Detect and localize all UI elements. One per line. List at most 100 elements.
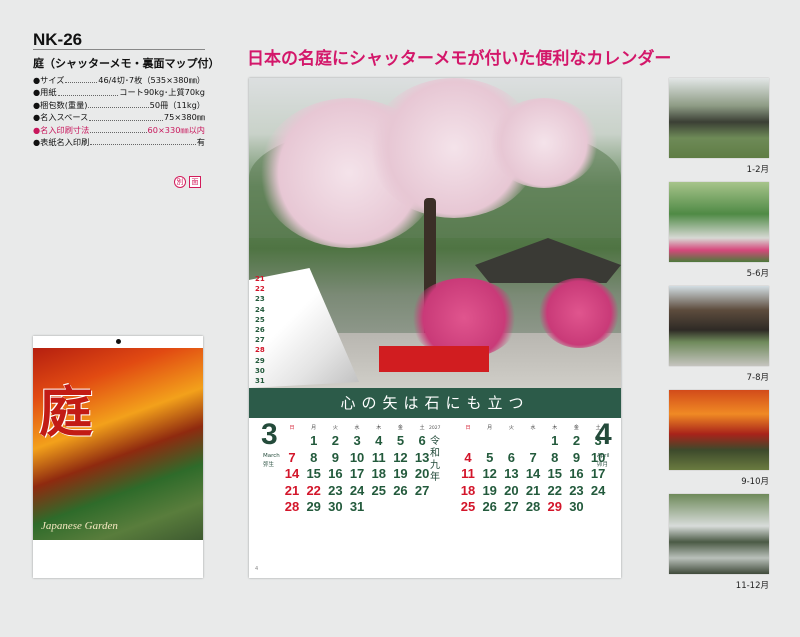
spec-value: 50冊（11kg）: [149, 99, 205, 110]
headline: 日本の名庭にシャッターメモが付いた便利なカレンダー: [247, 49, 672, 69]
memo-date: 27: [255, 336, 265, 345]
month-thumbnail[interactable]: [669, 390, 769, 470]
day-cell: [283, 433, 301, 450]
cherry-blossom: [489, 98, 599, 188]
day-cell: 24: [590, 482, 606, 498]
memo-date: 23: [255, 295, 265, 304]
weekday-header: 水: [530, 425, 536, 431]
weekday-header: 月: [487, 425, 493, 431]
spec-key: ●名入印刷寸法: [33, 124, 90, 135]
spec-row: ●名入スペース 75×380㎜: [33, 111, 205, 123]
day-cell: 28: [525, 499, 541, 514]
day-cell: 20: [504, 482, 519, 498]
day-cell: 29: [306, 499, 321, 514]
cover-thumbnail[interactable]: 庭 Japanese Garden: [33, 336, 203, 578]
day-cell: 4: [464, 449, 472, 465]
tea-house-roof: [475, 238, 621, 283]
weekday-header: 火: [508, 425, 514, 431]
month-thumbnail[interactable]: [669, 182, 769, 262]
day-cell: 14: [525, 466, 541, 481]
weekday-header: 火: [332, 425, 338, 431]
day-cell: 29: [547, 499, 562, 514]
calendar-grid-march: 日月火水木金土 1 2 3 4 5 6 7 8 9 10 11 12 13 14 15 16 17 18 19 20 21…: [283, 424, 431, 516]
spec-row: ●梱包数(重量) 50冊（11kg）: [33, 99, 205, 111]
option-marks: 別面: [174, 176, 201, 188]
memo-date: 24: [255, 305, 265, 314]
year-label: 2027: [429, 426, 441, 431]
memo-date: 28: [255, 346, 265, 355]
day-cell: 10: [349, 449, 365, 465]
day-cell: 3: [353, 433, 361, 448]
day-cell: 1: [310, 433, 318, 448]
spec-value: 46/4切･7枚（535×380㎜）: [98, 75, 205, 85]
day-cell: 12: [393, 449, 408, 465]
day-cell: 11: [461, 466, 475, 481]
day-cell: 7: [288, 449, 296, 465]
day-cell: 30: [569, 499, 584, 514]
day-cell: 22: [306, 482, 321, 498]
day-cell: [589, 499, 607, 516]
cover-photo: 庭 Japanese Garden: [33, 348, 203, 540]
era-label: 令和九年: [430, 436, 440, 483]
day-cell: 7: [529, 449, 537, 465]
day-cell: 21: [525, 482, 541, 498]
weekday-header: 日: [289, 425, 295, 431]
month-thumbnail[interactable]: [669, 494, 769, 574]
day-cell: 19: [393, 466, 408, 481]
spec-key: ●名入スペース: [33, 112, 89, 123]
month-thumbnail-label: 11-12月: [735, 581, 769, 591]
spec-leader: [90, 136, 196, 146]
garden-photo: 21 22 23 24 25 26 27 28 29 30 31: [249, 78, 621, 388]
weekday-header: 水: [354, 425, 360, 431]
month-thumbnail[interactable]: [669, 78, 769, 158]
day-cell: 19: [482, 482, 497, 498]
day-cell: [391, 499, 409, 516]
spec-key: ●梱包数(重量): [33, 99, 88, 110]
day-cell: 5: [396, 433, 405, 448]
day-cell: 9: [572, 449, 581, 465]
memo-date: 31: [255, 377, 265, 386]
day-cell: 18: [371, 466, 386, 481]
day-cell: [459, 433, 477, 450]
day-cell: 27: [504, 499, 519, 514]
product-subtitle: 庭（シャッターメモ・裏面マップ付）: [33, 57, 220, 70]
day-cell: 30: [328, 499, 343, 514]
spec-leader: [57, 86, 119, 96]
spec-leader: [89, 111, 163, 121]
weekday-header: 日: [465, 425, 471, 431]
model-number: NK-26: [33, 30, 83, 49]
day-cell: 27: [414, 482, 430, 498]
day-cell: 16: [328, 466, 343, 481]
month-jp-march: 弥生: [263, 462, 275, 468]
cover-kanji: 庭: [39, 380, 93, 444]
day-cell: 26: [393, 482, 408, 498]
day-cell: 22: [547, 482, 562, 498]
spec-value: 60×330㎜以内: [147, 124, 205, 135]
spec-value: コート90kg･上質70kg: [119, 87, 205, 98]
day-cell: 2: [331, 433, 339, 448]
month-thumbnail[interactable]: [669, 286, 769, 366]
day-cell: 21: [284, 482, 300, 498]
month-thumbnail-label: 9-10月: [741, 477, 769, 487]
day-cell: [370, 499, 388, 516]
day-cell: 23: [328, 482, 343, 498]
day-cell: 25: [460, 499, 476, 514]
spec-row: ●用紙 コート90kg･上質70kg: [33, 86, 205, 98]
spec-leader: [90, 124, 147, 134]
day-cell: 31: [349, 499, 365, 514]
month-en-april: April: [597, 453, 610, 459]
day-cell: 15: [306, 466, 321, 481]
day-cell: 11: [371, 449, 386, 465]
day-cell: 5: [486, 449, 494, 465]
month-thumbnail-label: 1-2月: [746, 165, 769, 175]
memo-date: 25: [255, 315, 265, 324]
day-cell: 9: [331, 449, 339, 465]
day-cell: [413, 499, 431, 516]
option-mark-icon: 面: [189, 176, 201, 188]
weekday-header: 金: [397, 425, 403, 431]
day-cell: 12: [482, 466, 497, 481]
spec-value: 75×380㎜: [163, 112, 205, 123]
month-number-april: 4: [595, 418, 612, 451]
day-cell: [481, 433, 499, 450]
day-cell: 16: [569, 466, 584, 481]
